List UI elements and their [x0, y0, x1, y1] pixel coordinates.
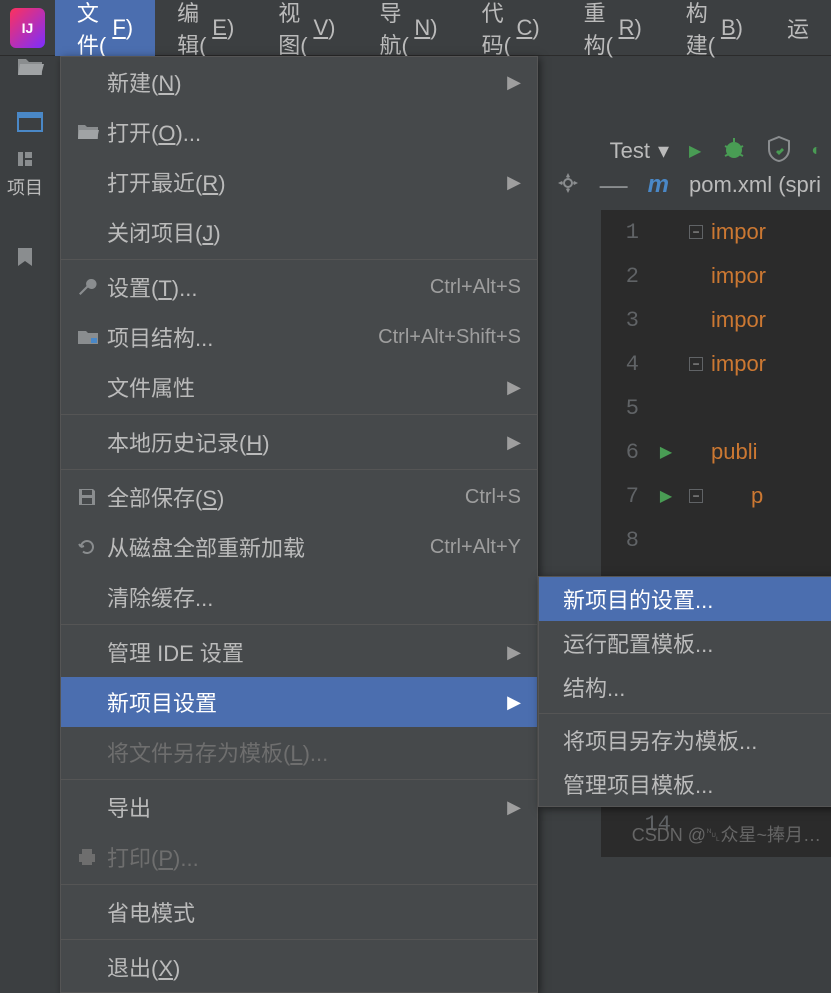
menu-item: 将文件另存为模板(L)...	[61, 727, 537, 777]
menubar: IJ 文件(F)编辑(E)视图(V)导航(N)代码(C)重构(R)构建(B)运	[0, 0, 831, 56]
chevron-right-icon: ▶	[507, 377, 521, 398]
line-number: 7	[601, 484, 651, 509]
save-icon	[77, 487, 107, 507]
submenu-item[interactable]: 结构...	[539, 665, 831, 709]
line-number: 1	[601, 220, 651, 245]
folder-icon	[77, 123, 107, 141]
menu-item[interactable]: 文件属性▶	[61, 362, 537, 412]
profile-icon[interactable]: ◐	[811, 142, 821, 160]
menu-item: 打印(P)...	[61, 832, 537, 882]
menu-item[interactable]: 导出▶	[61, 782, 537, 832]
menu-item[interactable]: 重构(R)	[562, 0, 664, 56]
wrench-icon	[77, 277, 107, 297]
menu-item[interactable]: 代码(C)	[460, 0, 562, 56]
fold-icon: −	[689, 357, 703, 371]
menu-item[interactable]: 新建(N)▶	[61, 57, 537, 107]
menu-item[interactable]: 退出(X)	[61, 942, 537, 992]
submenu-item[interactable]: 新项目的设置...	[539, 577, 831, 621]
menu-item[interactable]: 导航(N)	[357, 0, 459, 56]
open-folder-icon[interactable]	[16, 55, 44, 82]
line-number: 8	[601, 528, 651, 553]
line-number: 6	[601, 440, 651, 465]
struct-icon	[77, 328, 107, 346]
line-number: 5	[601, 396, 651, 421]
submenu-item[interactable]: 将项目另存为模板...	[539, 718, 831, 762]
editor-line[interactable]: 4−impor	[601, 342, 831, 386]
chevron-right-icon: ▶	[507, 172, 521, 193]
maven-icon: m	[648, 171, 669, 199]
watermark: CSDN @␀众星~捧月…	[632, 821, 821, 847]
menu-item[interactable]: 视图(V)	[256, 0, 357, 56]
menu-item[interactable]: 本地历史记录(H)▶	[61, 417, 537, 467]
menu-item[interactable]: 新项目设置▶	[61, 677, 537, 727]
menu-item[interactable]: 文件(F)	[55, 0, 155, 56]
menu-item[interactable]: 运	[765, 0, 831, 56]
menu-item[interactable]: 打开(O)...	[61, 107, 537, 157]
chevron-right-icon: ▶	[507, 797, 521, 818]
menu-item[interactable]: 全部保存(S)Ctrl+S	[61, 472, 537, 522]
line-number: 2	[601, 264, 651, 289]
file-menu-dropdown: 新建(N)▶打开(O)...打开最近(R)▶关闭项目(J)设置(T)...Ctr…	[60, 56, 538, 993]
editor-tab-label[interactable]: pom.xml (spri	[689, 172, 821, 198]
gear-icon[interactable]	[556, 171, 580, 200]
chevron-right-icon: ▶	[507, 432, 521, 453]
chevron-right-icon: ▶	[507, 692, 521, 713]
editor-line[interactable]: 5	[601, 386, 831, 430]
bookmark-icon[interactable]	[16, 246, 34, 273]
menu-item[interactable]: 省电模式	[61, 887, 537, 937]
editor-line[interactable]: 7▶−p	[601, 474, 831, 518]
menu-item[interactable]: 设置(T)...Ctrl+Alt+S	[61, 262, 537, 312]
run-icon[interactable]: ▶	[689, 141, 701, 161]
submenu-item[interactable]: 运行配置模板...	[539, 621, 831, 665]
editor-tabs: — m pom.xml (spri	[546, 160, 831, 210]
minimize-icon[interactable]: —	[600, 169, 628, 201]
print-icon	[77, 847, 107, 867]
editor-line[interactable]: 1−impor	[601, 210, 831, 254]
editor-line[interactable]: 3impor	[601, 298, 831, 342]
submenu-item[interactable]: 管理项目模板...	[539, 762, 831, 806]
line-number: 3	[601, 308, 651, 333]
line-number: 4	[601, 352, 651, 377]
menu-item[interactable]: 从磁盘全部重新加载Ctrl+Alt+Y	[61, 522, 537, 572]
menu-item[interactable]: 编辑(E)	[155, 0, 256, 56]
chevron-right-icon: ▶	[507, 72, 521, 93]
editor-line[interactable]: 8	[601, 518, 831, 562]
reload-icon	[77, 537, 107, 557]
new-project-settings-submenu: 新项目的设置...运行配置模板...结构... 将项目另存为模板...管理项目模板…	[538, 576, 831, 807]
run-gutter-icon: ▶	[660, 486, 672, 506]
editor-line[interactable]: 6▶publi	[601, 430, 831, 474]
editor-line[interactable]: 2impor	[601, 254, 831, 298]
menu-item[interactable]: 项目结构...Ctrl+Alt+Shift+S	[61, 312, 537, 362]
menu-item[interactable]: 关闭项目(J)	[61, 207, 537, 257]
project-tab[interactable]: 项目	[7, 150, 43, 226]
left-rail: 项目	[0, 130, 50, 273]
chevron-right-icon: ▶	[507, 642, 521, 663]
menu-item[interactable]: 打开最近(R)▶	[61, 157, 537, 207]
fold-icon: −	[689, 489, 703, 503]
fold-icon: −	[689, 225, 703, 239]
app-icon: IJ	[10, 8, 45, 48]
menu-item[interactable]: 清除缓存...	[61, 572, 537, 622]
menu-item[interactable]: 管理 IDE 设置▶	[61, 627, 537, 677]
run-gutter-icon: ▶	[660, 442, 672, 462]
menu-item[interactable]: 构建(B)	[664, 0, 765, 56]
